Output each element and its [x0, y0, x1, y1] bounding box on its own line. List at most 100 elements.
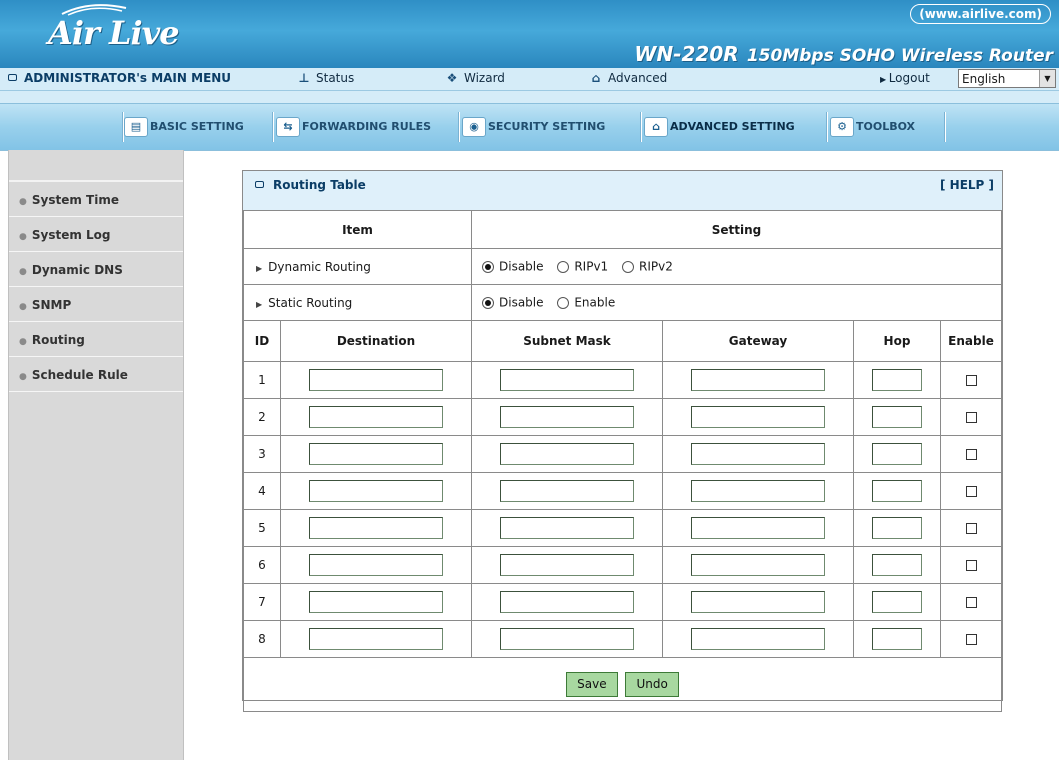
- tab-advanced-setting[interactable]: ⌂ ADVANCED SETTING: [644, 116, 795, 138]
- destination-input[interactable]: [309, 628, 443, 650]
- table-row: 3: [243, 435, 1002, 473]
- logout-link[interactable]: ▶ Logout: [880, 71, 930, 85]
- sidebar-item-schedule-rule[interactable]: ● Schedule Rule: [9, 357, 183, 392]
- wizard-menu[interactable]: ❖ Wizard: [444, 71, 505, 85]
- dynamic-ripv2-radio[interactable]: [622, 260, 635, 273]
- undo-button[interactable]: Undo: [625, 672, 679, 697]
- enable-cell: [940, 472, 1002, 510]
- subnet-mask-input[interactable]: [500, 406, 634, 428]
- col-header-subnet-mask: Subnet Mask: [471, 320, 663, 362]
- save-button[interactable]: Save: [566, 672, 618, 697]
- destination-input[interactable]: [309, 591, 443, 613]
- sidebar-item-routing[interactable]: ● Routing: [9, 322, 183, 357]
- static-disable-radio[interactable]: [482, 296, 494, 309]
- tab-forwarding-rules[interactable]: ⇆ FORWARDING RULES: [276, 116, 431, 138]
- destination-input[interactable]: [309, 443, 443, 465]
- gateway-cell: [662, 509, 854, 547]
- enable-checkbox[interactable]: [965, 522, 977, 534]
- destination-input[interactable]: [309, 480, 443, 502]
- enable-checkbox[interactable]: [965, 411, 977, 423]
- gateway-input[interactable]: [691, 406, 825, 428]
- route-id: 5: [258, 521, 266, 535]
- sidebar-item-system-time[interactable]: ● System Time: [9, 182, 183, 217]
- enable-cell: [940, 620, 1002, 658]
- subnet-mask-input[interactable]: [500, 369, 634, 391]
- route-id: 6: [258, 558, 266, 572]
- hop-cell: [853, 583, 941, 621]
- folder-icon: ▤: [124, 117, 148, 137]
- radio-label: RIPv1: [574, 259, 609, 274]
- enable-checkbox[interactable]: [965, 633, 977, 645]
- radio-label: Enable: [574, 295, 616, 310]
- sidebar-item-snmp[interactable]: ● SNMP: [9, 287, 183, 322]
- advanced-menu[interactable]: ⌂ Advanced: [588, 71, 668, 85]
- enable-checkbox[interactable]: [965, 559, 977, 571]
- subnet-mask-input[interactable]: [500, 554, 634, 576]
- enable-checkbox[interactable]: [965, 485, 977, 497]
- gateway-input[interactable]: [691, 591, 825, 613]
- hop-input[interactable]: [872, 628, 922, 650]
- gateway-input[interactable]: [691, 517, 825, 539]
- gateway-input[interactable]: [691, 628, 825, 650]
- tab-toolbox[interactable]: ⚙ TOOLBOX: [830, 116, 915, 138]
- destination-input[interactable]: [309, 517, 443, 539]
- tab-security-setting[interactable]: ◉ SECURITY SETTING: [462, 116, 605, 138]
- button-row: Save Undo: [243, 657, 1002, 712]
- radio-label: RIPv2: [639, 259, 673, 274]
- hop-cell: [853, 398, 941, 436]
- static-enable-radio[interactable]: [557, 296, 570, 309]
- destination-input[interactable]: [309, 554, 443, 576]
- hop-input[interactable]: [872, 517, 922, 539]
- sidebar-item-dynamic-dns[interactable]: ● Dynamic DNS: [9, 252, 183, 287]
- website-link[interactable]: (www.airlive.com): [910, 4, 1051, 24]
- hop-cell: [853, 620, 941, 658]
- panel-title: Routing Table: [273, 178, 366, 192]
- subnet-mask-input[interactable]: [500, 480, 634, 502]
- subnet-mask-cell: [471, 546, 663, 584]
- hop-input[interactable]: [872, 406, 922, 428]
- dynamic-ripv1-radio[interactable]: [557, 260, 570, 273]
- help-link[interactable]: [ HELP ]: [940, 178, 994, 192]
- subnet-mask-input[interactable]: [500, 591, 634, 613]
- gateway-input[interactable]: [691, 554, 825, 576]
- route-id-cell: 2: [243, 398, 281, 436]
- hop-input[interactable]: [872, 480, 922, 502]
- hop-input[interactable]: [872, 554, 922, 576]
- hop-input[interactable]: [872, 443, 922, 465]
- tab-basic-setting[interactable]: ▤ BASIC SETTING: [124, 116, 244, 138]
- destination-input[interactable]: [309, 406, 443, 428]
- subnet-mask-input[interactable]: [500, 443, 634, 465]
- destination-input[interactable]: [309, 369, 443, 391]
- menu-spacer: [0, 91, 1059, 103]
- enable-checkbox[interactable]: [965, 374, 977, 386]
- airlive-logo[interactable]: Air Live: [48, 14, 180, 52]
- language-select[interactable]: English ▼: [958, 69, 1056, 88]
- status-menu[interactable]: ⊥ Status: [296, 71, 355, 85]
- table-row: 1: [243, 361, 1002, 399]
- destination-cell: [280, 435, 472, 473]
- enable-checkbox[interactable]: [965, 448, 977, 460]
- gateway-input[interactable]: [691, 443, 825, 465]
- main-menu-bar: ADMINISTRATOR's MAIN MENU ⊥ Status ❖ Wizar…: [0, 68, 1059, 91]
- sidebar-item-system-log[interactable]: ● System Log: [9, 217, 183, 252]
- tab-divider: [640, 112, 642, 142]
- hop-input[interactable]: [872, 591, 922, 613]
- menu-bullet-icon: [8, 74, 17, 81]
- gateway-input[interactable]: [691, 369, 825, 391]
- gateway-input[interactable]: [691, 480, 825, 502]
- chevron-down-icon[interactable]: ▼: [1039, 70, 1055, 87]
- route-id-cell: 3: [243, 435, 281, 473]
- hop-input[interactable]: [872, 369, 922, 391]
- enable-checkbox[interactable]: [965, 596, 977, 608]
- subnet-mask-input[interactable]: [500, 517, 634, 539]
- tab-divider: [826, 112, 828, 142]
- routing-table-panel: Routing Table [ HELP ] Item Setting ▶ Dyn…: [242, 170, 1003, 712]
- radio-label: Disable: [499, 295, 544, 310]
- button-cell: Save Undo: [243, 657, 1002, 712]
- triangle-right-icon: ▶: [256, 299, 263, 309]
- dynamic-disable-radio[interactable]: [482, 260, 494, 273]
- subnet-mask-input[interactable]: [500, 628, 634, 650]
- admin-main-menu[interactable]: ADMINISTRATOR's MAIN MENU: [24, 71, 231, 85]
- route-id: 8: [258, 632, 266, 646]
- table-row: 4: [243, 472, 1002, 510]
